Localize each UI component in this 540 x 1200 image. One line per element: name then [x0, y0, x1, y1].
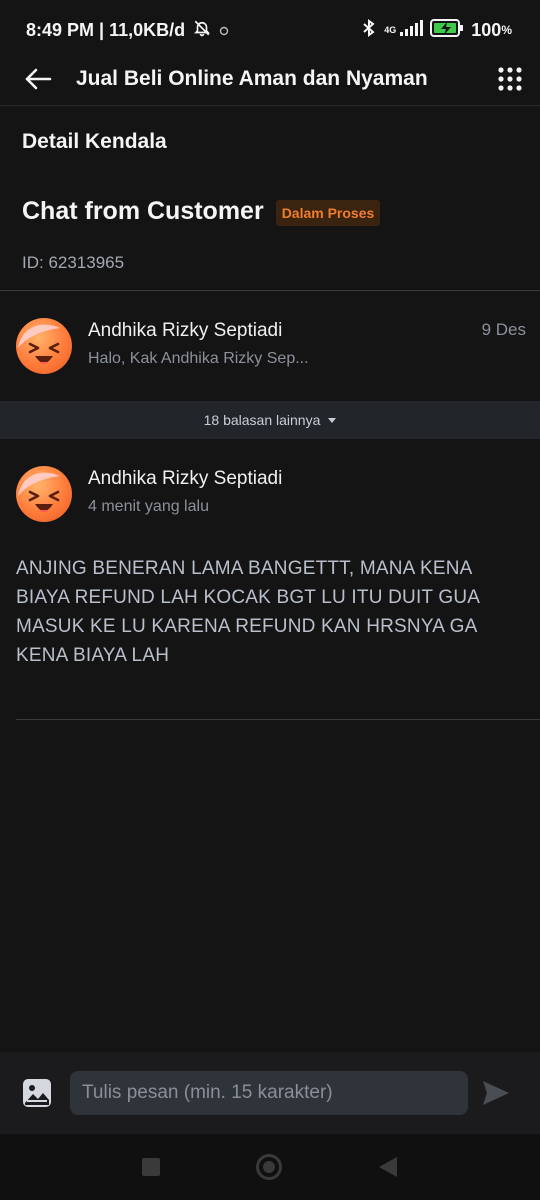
divider [0, 290, 540, 291]
signal-icon [399, 19, 424, 42]
avatar [16, 318, 72, 374]
sender-name: Andhika Rizky Septiadi [88, 320, 283, 341]
message-body: Andhika Rizky Septiadi Halo, Kak Andhika… [88, 318, 526, 368]
sync-icon [219, 20, 229, 41]
app-title: Jual Beli Online Aman dan Nyaman [76, 66, 428, 90]
caret-down-icon [328, 417, 337, 423]
home-circle-icon[interactable] [255, 1153, 283, 1181]
grid-dots-icon[interactable] [498, 66, 522, 91]
message-preview: Halo, Kak Andhika Rizky Sep... [88, 350, 309, 367]
chat-header: Chat from Customer Dalam Proses [22, 196, 381, 226]
composer [0, 1052, 540, 1134]
avatar [16, 466, 72, 522]
message-input[interactable] [70, 1071, 468, 1115]
section-title: Detail Kendala [22, 130, 167, 153]
status-time: 8:49 PM | 11,0KB/d [26, 19, 186, 40]
bluetooth-icon [361, 18, 377, 43]
ticket-id: ID: 62313965 [22, 253, 125, 272]
more-replies-toggle[interactable]: 18 balasan lainnya [0, 401, 540, 439]
bell-off-icon [193, 19, 211, 42]
divider [16, 719, 540, 720]
message-time: 4 menit yang lalu [88, 498, 209, 515]
app-bar: Jual Beli Online Aman dan Nyaman [0, 52, 540, 106]
back-triangle-icon[interactable] [377, 1155, 399, 1179]
image-attach-icon[interactable] [22, 1078, 52, 1108]
more-replies-label: 18 balasan lainnya [203, 412, 321, 428]
arrow-left-icon[interactable] [24, 67, 52, 91]
message-body: Andhika Rizky Septiadi 4 menit yang lalu [88, 466, 526, 516]
network-type-label: 4G [384, 24, 397, 35]
sender-name: Andhika Rizky Septiadi [88, 468, 283, 489]
status-badge: Dalam Proses [275, 200, 381, 226]
recents-square-icon[interactable] [141, 1157, 161, 1177]
send-icon[interactable] [482, 1080, 510, 1106]
latest-message: Andhika Rizky Septiadi 4 menit yang lalu [16, 466, 526, 522]
message-date: 9 Des [481, 320, 526, 339]
screen: 8:49 PM | 11,0KB/d 4G 100 % Jual Beli On… [0, 0, 540, 1200]
message-text: ANJING BENERAN LAMA BANGETTT, MANA KENA … [16, 558, 480, 666]
status-right: 4G 100% [361, 18, 512, 43]
system-nav-bar [0, 1134, 540, 1200]
battery-level: 100 [471, 19, 502, 40]
status-left: 8:49 PM | 11,0KB/d [26, 19, 229, 42]
chat-title: Chat from Customer [22, 196, 264, 225]
battery-charging-icon [430, 18, 464, 42]
status-bar: 8:49 PM | 11,0KB/d 4G 100 % [0, 0, 540, 60]
first-message[interactable]: Andhika Rizky Septiadi Halo, Kak Andhika… [16, 318, 526, 374]
